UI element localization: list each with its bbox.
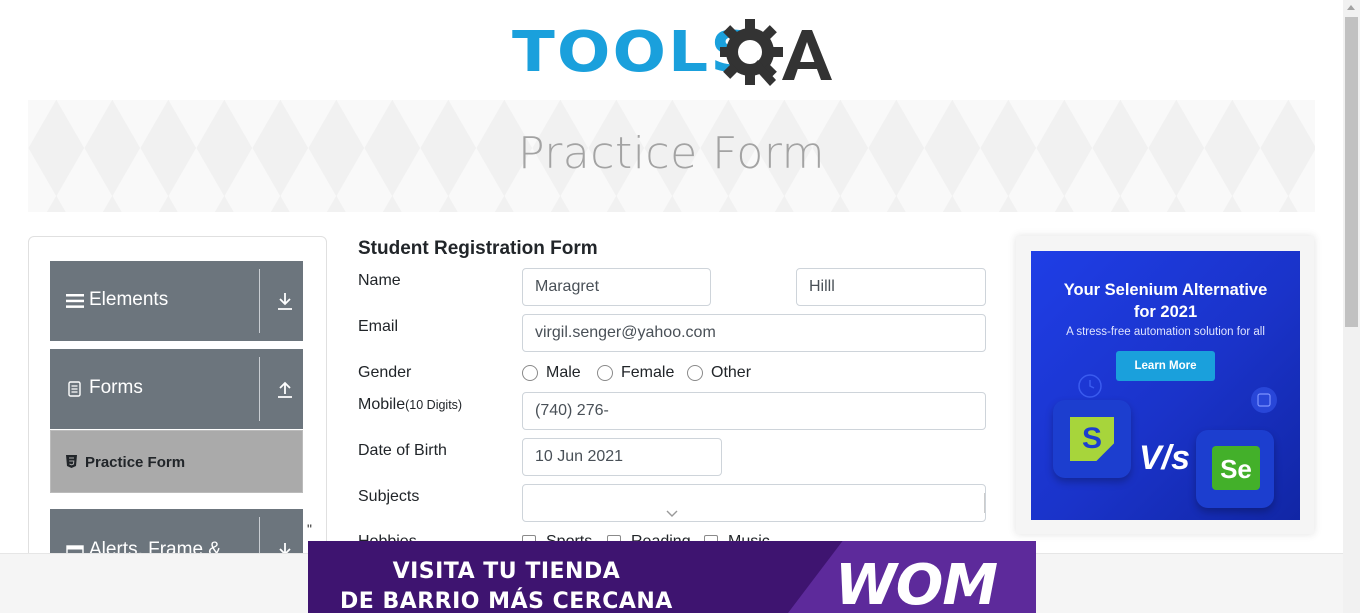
gender-radio-female[interactable]: Female [597, 364, 674, 382]
hamburger-icon [66, 294, 84, 308]
sidebar-group-elements[interactable]: Elements [50, 261, 303, 341]
date-of-birth-input[interactable]: 10 Jun 2021 [522, 438, 722, 476]
sidebar: Elements Forms Practice Form Alerts, Fra… [28, 236, 327, 566]
upload-arrow-icon[interactable] [276, 379, 294, 399]
selenium-logo-text: Se [1220, 454, 1252, 484]
katalon-logo-letter: S [1081, 422, 1102, 455]
page-title: Practice Form [517, 128, 826, 179]
bottom-ad-line2: DE BARRIO MÁS CERCANA [340, 589, 673, 613]
ad-title-line2: for 2021 [1133, 303, 1198, 321]
dob-label: Date of Birth [358, 442, 447, 459]
download-arrow-icon[interactable] [276, 291, 294, 311]
mobile-label: Mobile(10 Digits) [358, 396, 462, 414]
code-icon [1251, 387, 1277, 413]
ad-title-line1: Your Selenium Alternative [1063, 281, 1268, 299]
page-banner: Practice Form [28, 100, 1315, 212]
sidebar-item-label: Practice Form [85, 454, 186, 471]
learn-more-button[interactable]: Learn More [1116, 351, 1215, 381]
clock-icon [1078, 374, 1102, 398]
scrollbar-thumb[interactable] [1345, 17, 1358, 327]
mobile-label-text: Mobile [358, 396, 406, 413]
scroll-up-arrow-icon[interactable] [1347, 5, 1355, 10]
ad-title: Your Selenium Alternative for 2021 [1031, 279, 1300, 323]
gender-radio-male[interactable]: Male [522, 364, 581, 382]
bottom-ad-banner[interactable]: VISITA TU TIENDA DE BARRIO MÁS CERCANA W… [308, 541, 1036, 613]
email-input[interactable]: virgil.senger@yahoo.com [522, 314, 986, 352]
email-label: Email [358, 318, 399, 335]
katalon-logo-tile: S [1053, 400, 1131, 478]
chevron-down-icon[interactable] [665, 509, 679, 519]
subjects-label: Subjects [358, 488, 420, 505]
subjects-divider [984, 493, 985, 513]
form-title: Student Registration Form [358, 238, 598, 259]
radio-label: Other [711, 364, 752, 381]
toolsqa-logo[interactable]: TOOLS [512, 14, 836, 92]
last-name-input[interactable]: Hilll [796, 268, 986, 306]
group-divider [259, 269, 260, 333]
logo-qa-gear-icon [720, 19, 832, 86]
selenium-logo-tile: Se [1196, 430, 1274, 508]
gender-radio-other[interactable]: Other [687, 364, 751, 382]
mobile-label-hint: (10 Digits) [405, 398, 463, 412]
subjects-input[interactable] [522, 484, 986, 522]
radio-circle[interactable] [597, 365, 613, 381]
vertical-scrollbar[interactable] [1343, 0, 1360, 613]
name-label: Name [358, 272, 401, 289]
bottom-ad-line1: VISITA TU TIENDA [392, 559, 621, 584]
versus-text: V/s [1139, 439, 1191, 477]
bottom-ad-text: VISITA TU TIENDA DE BARRIO MÁS CERCANA [340, 557, 673, 613]
right-ad-banner[interactable]: Your Selenium Alternative for 2021 A str… [1031, 251, 1300, 520]
form-icon [68, 381, 81, 397]
sidebar-group-label: Elements [89, 289, 169, 310]
mobile-input[interactable]: (740) 276- [522, 392, 986, 430]
sidebar-group-forms[interactable]: Forms [50, 349, 303, 429]
radio-label: Female [621, 364, 675, 381]
radio-label: Male [546, 364, 581, 381]
ad-subtitle: A stress-free automation solution for al… [1066, 326, 1265, 338]
gender-label: Gender [358, 364, 412, 381]
first-name-input[interactable]: Maragret [522, 268, 711, 306]
stray-quote-text: " [307, 521, 312, 537]
sidebar-item-practice-form[interactable]: Practice Form [50, 430, 303, 493]
radio-circle[interactable] [522, 365, 538, 381]
group-divider [259, 357, 260, 421]
wom-logo: WOM [835, 553, 998, 613]
html5-icon [66, 455, 77, 468]
radio-circle[interactable] [687, 365, 703, 381]
sidebar-group-label: Forms [89, 377, 143, 398]
